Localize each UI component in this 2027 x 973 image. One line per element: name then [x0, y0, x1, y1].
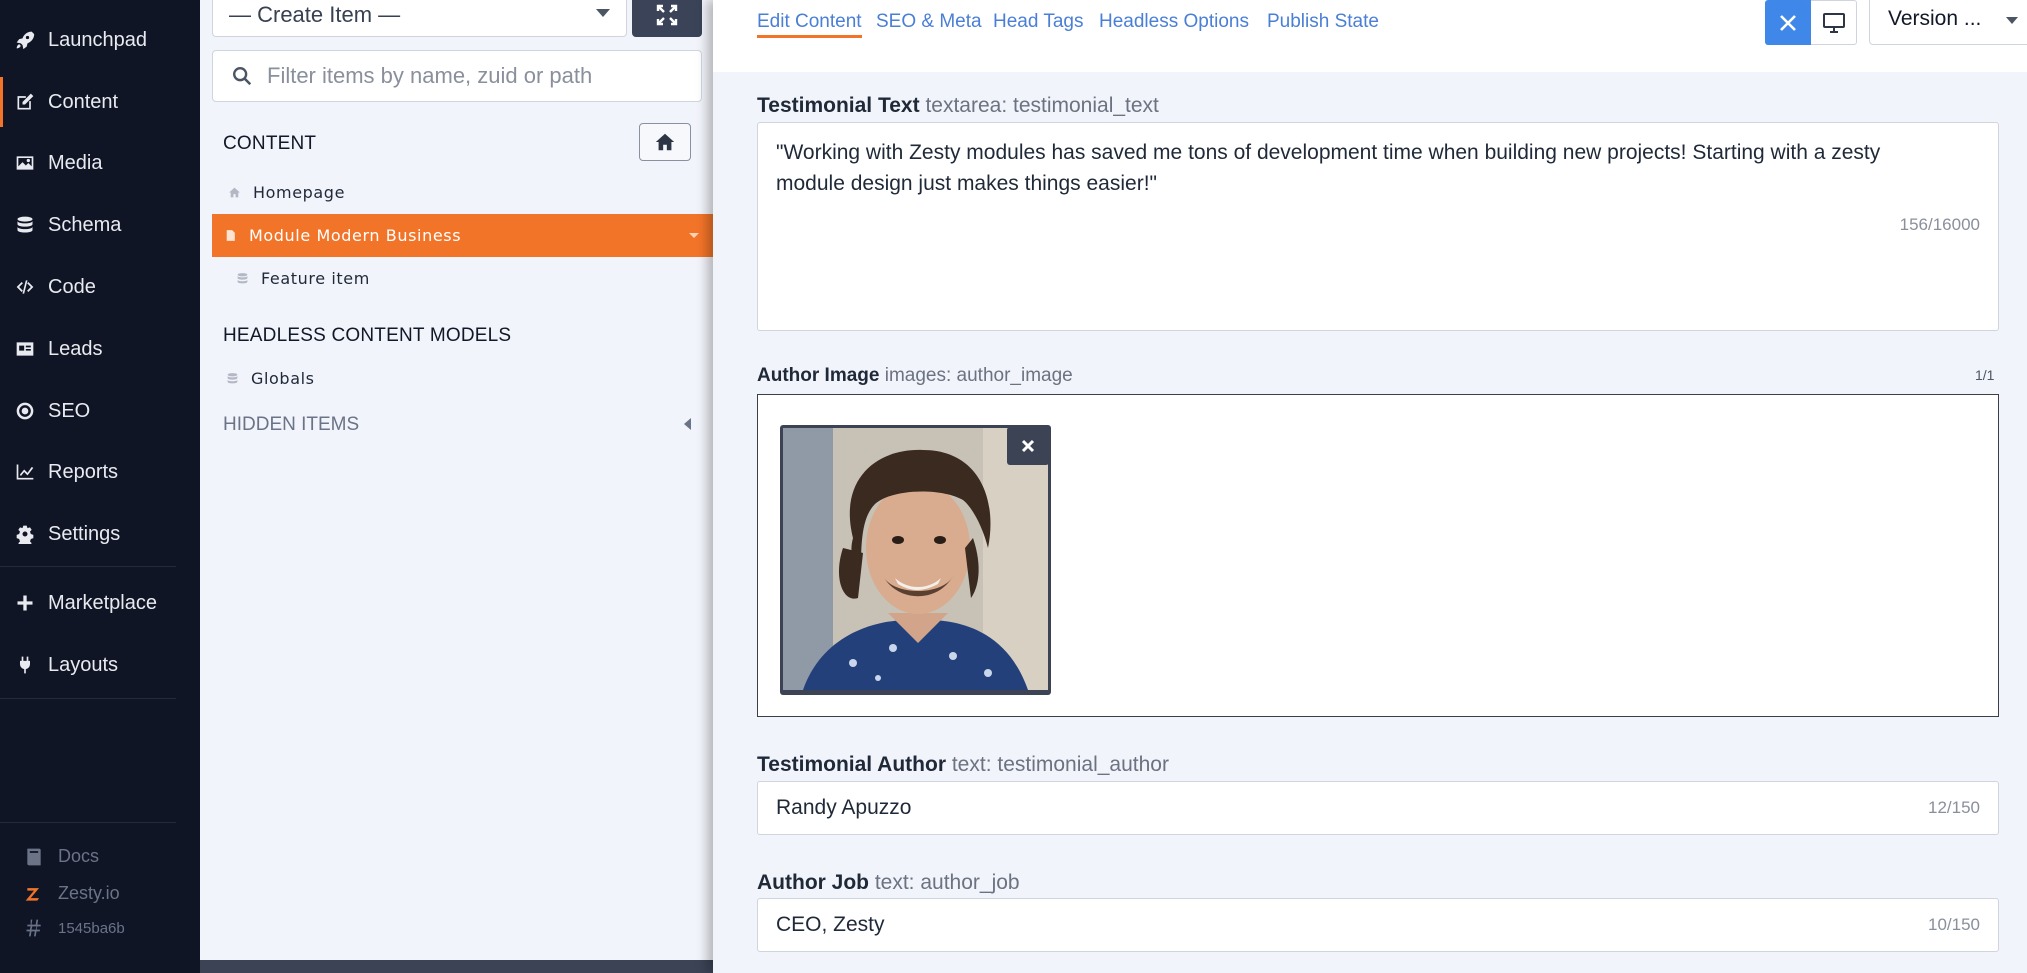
nav-divider — [0, 566, 176, 567]
nav-item-schema[interactable]: Schema — [0, 200, 176, 250]
caret-down-icon[interactable] — [689, 233, 699, 238]
testimonial-text-counter: 156/16000 — [1899, 215, 1980, 234]
tab-edit-content[interactable]: Edit Content — [757, 11, 862, 38]
editor-panel: Edit Content SEO & Meta Head Tags Headle… — [713, 0, 2027, 973]
version-select[interactable]: Version ... — [1869, 0, 2027, 45]
instance-hash[interactable]: 1545ba6b — [24, 918, 125, 938]
nav-item-media[interactable]: Media — [0, 138, 176, 188]
close-icon — [1021, 439, 1035, 453]
file-icon — [226, 230, 235, 241]
testimonial-author-label: Testimonial Author text: testimonial_aut… — [757, 753, 1169, 776]
author-job-label: Author Job text: author_job — [757, 871, 1020, 894]
nav-item-content[interactable]: Content — [0, 77, 176, 127]
testimonial-text-textarea[interactable]: "Working with Zesty modules has saved me… — [757, 122, 1999, 331]
tab-seo-meta[interactable]: SEO & Meta — [876, 11, 982, 33]
chevron-down-icon — [596, 9, 610, 17]
nav-item-marketplace[interactable]: Marketplace — [0, 578, 176, 628]
author-job-counter: 10/150 — [1928, 915, 1980, 934]
author-image-counter: 1/1 — [1975, 367, 1995, 383]
author-image-field[interactable] — [757, 394, 1999, 717]
testimonial-author-input[interactable]: Randy Apuzzo 12/150 — [757, 781, 1999, 835]
code-icon — [14, 276, 36, 298]
home-icon — [655, 133, 675, 151]
plug-icon — [14, 654, 36, 676]
image-icon — [14, 152, 36, 174]
hidden-items-toggle[interactable]: HIDDEN ITEMS — [223, 414, 359, 436]
nav-item-code[interactable]: Code — [0, 262, 176, 312]
database-icon — [227, 373, 238, 384]
home-button[interactable] — [639, 123, 691, 161]
home-icon — [229, 187, 240, 198]
tree-item-feature-item[interactable]: Feature item — [212, 257, 713, 300]
tree-item-module-modern-business[interactable]: Module Modern Business — [212, 214, 713, 257]
expand-icon — [656, 4, 678, 25]
content-heading: CONTENT — [223, 133, 317, 154]
remove-image-button[interactable] — [1007, 427, 1049, 465]
plus-icon — [14, 592, 36, 614]
nav-divider — [0, 822, 176, 823]
author-photo — [783, 428, 1048, 690]
database-icon — [237, 273, 248, 284]
chevron-down-icon — [2006, 17, 2018, 24]
tab-publish-state[interactable]: Publish State — [1267, 11, 1379, 33]
tree-item-globals[interactable]: Globals — [212, 357, 713, 400]
create-item-select[interactable]: — Create Item — — [212, 0, 627, 37]
tree-item-homepage[interactable]: Homepage — [212, 171, 713, 214]
nav-item-launchpad[interactable]: Launchpad — [0, 15, 176, 65]
target-icon — [14, 400, 36, 422]
testimonial-text-value: "Working with Zesty modules has saved me… — [776, 141, 1881, 195]
headless-heading: HEADLESS CONTENT MODELS — [223, 325, 512, 346]
panel-footer-bar — [200, 960, 713, 973]
hashtag-icon — [24, 918, 48, 938]
zesty-logo-icon — [24, 884, 48, 904]
preview-button[interactable] — [1811, 0, 1857, 45]
author-image-label: Author Image images: author_image — [757, 365, 1073, 386]
expand-button[interactable] — [632, 0, 702, 37]
nav-item-seo[interactable]: SEO — [0, 386, 176, 436]
close-button[interactable] — [1765, 0, 1811, 45]
nav-item-reports[interactable]: Reports — [0, 447, 176, 497]
address-card-icon — [14, 338, 36, 360]
rocket-icon — [14, 29, 36, 51]
close-icon — [1780, 14, 1796, 31]
edit-icon — [14, 91, 36, 113]
caret-left-icon[interactable] — [684, 418, 691, 430]
author-job-input[interactable]: CEO, Zesty 10/150 — [757, 898, 1999, 952]
book-icon — [24, 847, 48, 867]
testimonial-author-counter: 12/150 — [1928, 798, 1980, 817]
testimonial-text-label: Testimonial Text textarea: testimonial_t… — [757, 94, 1159, 117]
gear-icon — [14, 523, 36, 545]
docs-link[interactable]: Docs — [24, 846, 99, 867]
content-tree-panel: — Create Item — CONTENT Homepage Module … — [200, 0, 713, 973]
search-icon — [233, 67, 252, 86]
nav-item-layouts[interactable]: Layouts — [0, 640, 176, 690]
desktop-icon — [1822, 12, 1845, 33]
database-icon — [14, 214, 36, 236]
main-nav: Launchpad Content Media Schema Code Lead… — [0, 0, 200, 973]
nav-divider — [0, 698, 176, 699]
filter-box — [212, 50, 702, 102]
nav-item-leads[interactable]: Leads — [0, 324, 176, 374]
nav-item-settings[interactable]: Settings — [0, 509, 176, 559]
filter-input[interactable] — [267, 63, 687, 89]
tab-headless-options[interactable]: Headless Options — [1099, 11, 1249, 33]
chart-line-icon — [14, 461, 36, 483]
author-image-thumbnail[interactable] — [780, 425, 1051, 695]
brand-link[interactable]: Zesty.io — [24, 883, 120, 904]
editor-tabs-bar: Edit Content SEO & Meta Head Tags Headle… — [713, 0, 2027, 72]
tab-head-tags[interactable]: Head Tags — [993, 11, 1084, 33]
